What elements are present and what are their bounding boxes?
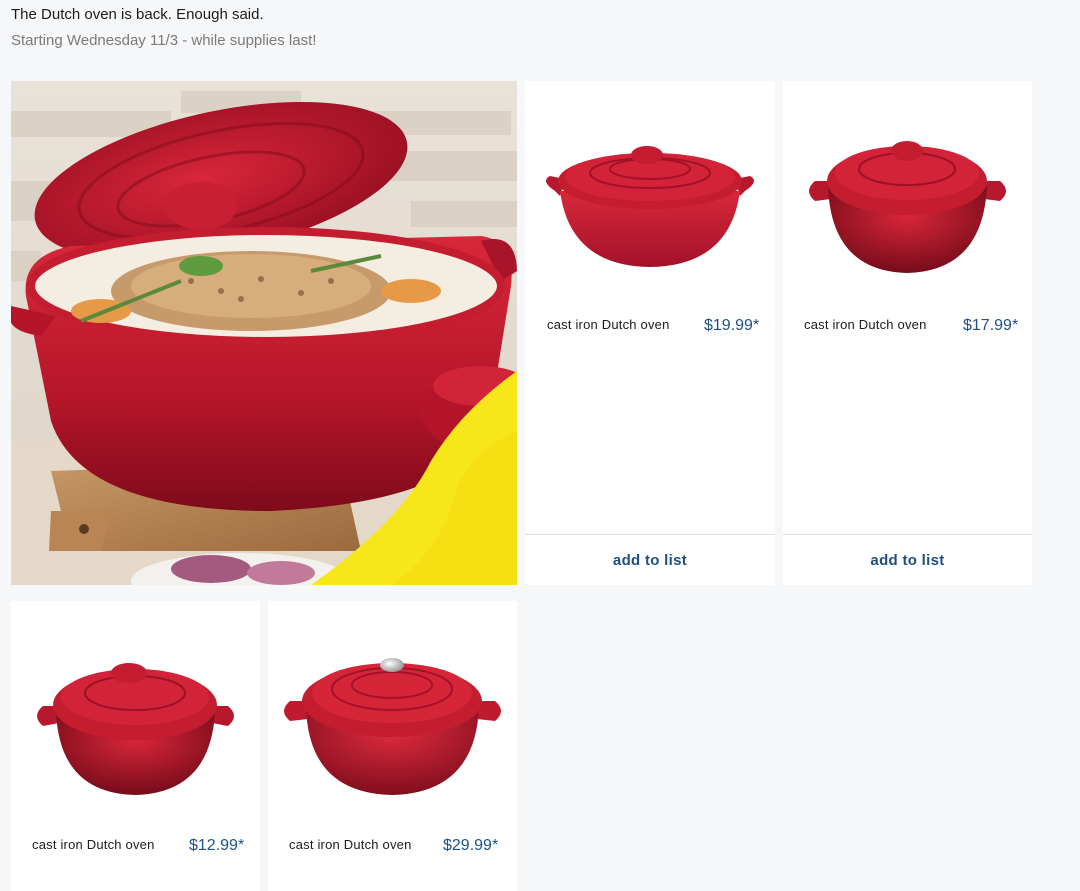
add-to-list-button[interactable]: add to list [525, 535, 775, 585]
product-card[interactable]: cast iron Dutch oven $19.99* add to list [525, 81, 775, 585]
product-price: $17.99* [963, 317, 1019, 334]
product-price: $12.99* [189, 837, 245, 854]
product-name: cast iron Dutch oven [547, 317, 670, 332]
page-headline: The Dutch oven is back. Enough said. [11, 6, 264, 23]
hero-image[interactable] [11, 81, 517, 585]
add-to-list-button[interactable]: add to list [783, 535, 1032, 585]
product-name: cast iron Dutch oven [32, 837, 155, 852]
product-price: $19.99* [704, 317, 760, 334]
round-dutch-oven-image [809, 141, 1006, 273]
hero-dutch-oven-image [11, 81, 517, 585]
page-subline: Starting Wednesday 11/3 - while supplies… [11, 32, 317, 49]
product-card[interactable]: cast iron Dutch oven $17.99* add to list [783, 81, 1032, 585]
oval-dutch-oven-image [546, 146, 754, 267]
round-dutch-oven-silver-knob-image [284, 658, 501, 795]
product-name: cast iron Dutch oven [289, 837, 412, 852]
product-card[interactable]: cast iron Dutch oven $12.99* [11, 601, 260, 891]
product-card[interactable]: cast iron Dutch oven $29.99* [268, 601, 517, 891]
product-name: cast iron Dutch oven [804, 317, 927, 332]
round-dutch-oven-image [37, 663, 234, 795]
product-price: $29.99* [443, 837, 499, 854]
